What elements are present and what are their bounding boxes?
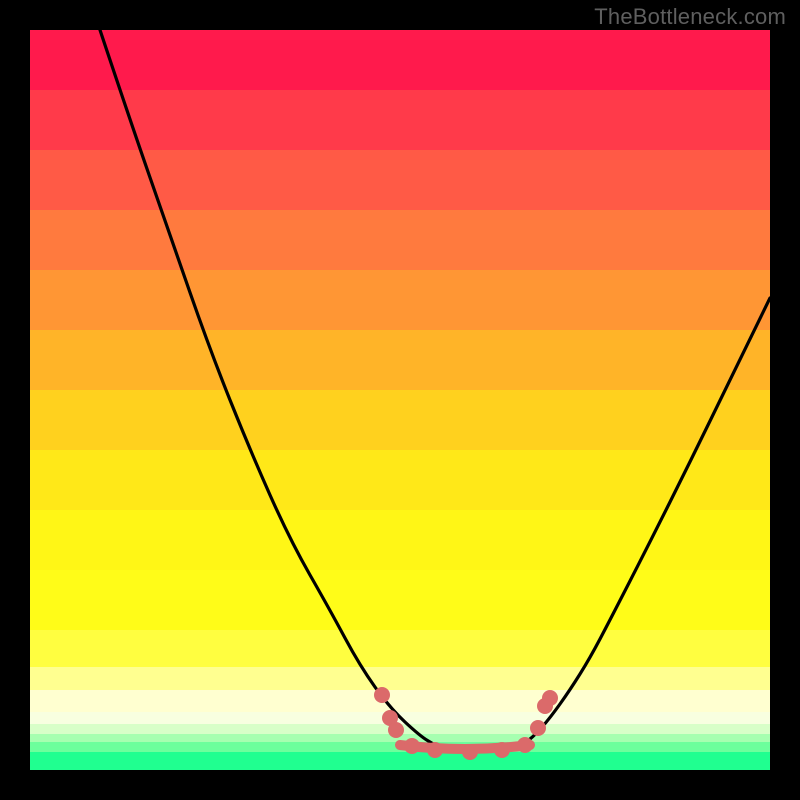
chart-frame: TheBottleneck.com bbox=[0, 0, 800, 800]
watermark-text: TheBottleneck.com bbox=[594, 4, 786, 30]
gradient-background bbox=[30, 30, 770, 770]
bottleneck-chart bbox=[30, 30, 770, 770]
